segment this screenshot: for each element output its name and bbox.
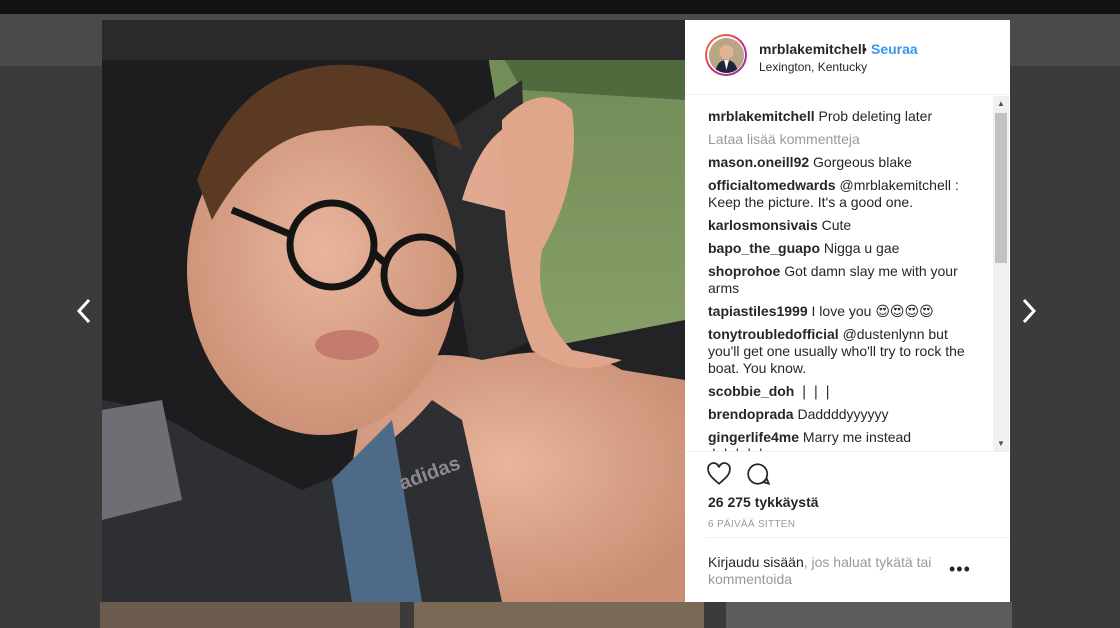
post-header: mrblakemitchell • Seuraa Lexington, Kent…: [685, 20, 1010, 95]
comment-text: I love you 😍😍😍😍: [811, 303, 934, 319]
comment-username[interactable]: mason.oneill92: [708, 154, 809, 170]
caption: mrblakemitchell Prob deleting later: [708, 108, 968, 125]
comment-list: mrblakemitchell Prob deleting later Lata…: [708, 108, 968, 451]
post-sidebar: mrblakemitchell • Seuraa Lexington, Kent…: [685, 20, 1010, 602]
comment-text: Daddddyyyyyy: [797, 406, 889, 422]
comment-row: gingerlife4me Marry me instead ❘❘❘❘❘: [708, 429, 968, 451]
likes-count[interactable]: 26 275 tykkäystä: [708, 494, 819, 510]
actions-divider: [685, 451, 1010, 452]
heart-icon[interactable]: [706, 461, 732, 487]
login-prompt: Kirjaudu sisään, jos haluat tykätä tai k…: [705, 537, 1010, 602]
comment-username[interactable]: scobbie_doh: [708, 383, 794, 399]
comment-row: tonytroubledofficial @dustenlynn but you…: [708, 326, 968, 377]
comment-row: scobbie_doh ❘❘❘: [708, 383, 968, 400]
post-timestamp: 6 PÄIVÄÄ SITTEN: [708, 519, 796, 530]
background-thumbnail: [726, 602, 1012, 628]
comment-username[interactable]: tapiastiles1999: [708, 303, 808, 319]
comment-username[interactable]: shoprohoe: [708, 263, 780, 279]
username-link[interactable]: mrblakemitchell: [759, 41, 866, 57]
comment-row: shoprohoe Got damn slay me with your arm…: [708, 263, 968, 297]
background-thumbnail: [100, 602, 400, 628]
follow-button[interactable]: Seuraa: [871, 41, 918, 57]
chevron-left-icon: [76, 298, 91, 324]
comment-text: Cute: [821, 217, 852, 233]
comment-row: karlosmonsivais Cute: [708, 217, 968, 234]
scrollbar-thumb[interactable]: [995, 113, 1007, 263]
post-photo[interactable]: adidas: [102, 20, 685, 602]
comments-section[interactable]: mrblakemitchell Prob deleting later Lata…: [685, 96, 1010, 451]
next-post-button[interactable]: [1015, 296, 1043, 326]
comment-username[interactable]: tonytroubledofficial: [708, 326, 839, 342]
avatar[interactable]: [705, 34, 747, 76]
login-link[interactable]: Kirjaudu sisään: [708, 554, 804, 570]
comments-scrollbar[interactable]: ▲ ▼: [993, 96, 1009, 451]
location-link[interactable]: Lexington, Kentucky: [759, 60, 867, 74]
comment-text: Prob deleting later: [818, 108, 933, 124]
comment-text: Nigga u gae: [823, 240, 900, 256]
comment-username[interactable]: officialtomedwards: [708, 177, 836, 193]
comment-row: mason.oneill92 Gorgeous blake: [708, 154, 968, 171]
separator-dot: •: [862, 41, 867, 57]
comment-icon[interactable]: [745, 461, 771, 487]
background-topbar: [0, 0, 1120, 14]
selfie-image: adidas: [102, 20, 685, 602]
comment-username[interactable]: bapo_the_guapo: [708, 240, 820, 256]
comment-username[interactable]: karlosmonsivais: [708, 217, 818, 233]
comment-row: officialtomedwards @mrblakemitchell : Ke…: [708, 177, 968, 211]
comment-text: Gorgeous blake: [813, 154, 912, 170]
comment-username[interactable]: gingerlife4me: [708, 429, 799, 445]
scroll-down-arrow-icon[interactable]: ▼: [993, 436, 1009, 451]
scroll-up-arrow-icon[interactable]: ▲: [993, 96, 1009, 111]
previous-post-button[interactable]: [70, 296, 98, 326]
comment-username[interactable]: mrblakemitchell: [708, 108, 815, 124]
background-thumbnail: [414, 602, 704, 628]
post-modal: adidas mrblakemitchell • Seuraa Lexingto…: [102, 20, 1010, 602]
avatar-image: [708, 37, 744, 73]
comment-text: ❘❘❘: [798, 383, 834, 399]
comment-row: brendoprada Daddddyyyyyy: [708, 406, 968, 423]
load-more-comments-button[interactable]: Lataa lisää kommentteja: [708, 131, 968, 148]
comment-row: bapo_the_guapo Nigga u gae: [708, 240, 968, 257]
comment-username[interactable]: brendoprada: [708, 406, 794, 422]
chevron-right-icon: [1022, 298, 1037, 324]
comment-row: tapiastiles1999 I love you 😍😍😍😍: [708, 303, 968, 320]
more-options-button[interactable]: •••: [949, 560, 971, 578]
